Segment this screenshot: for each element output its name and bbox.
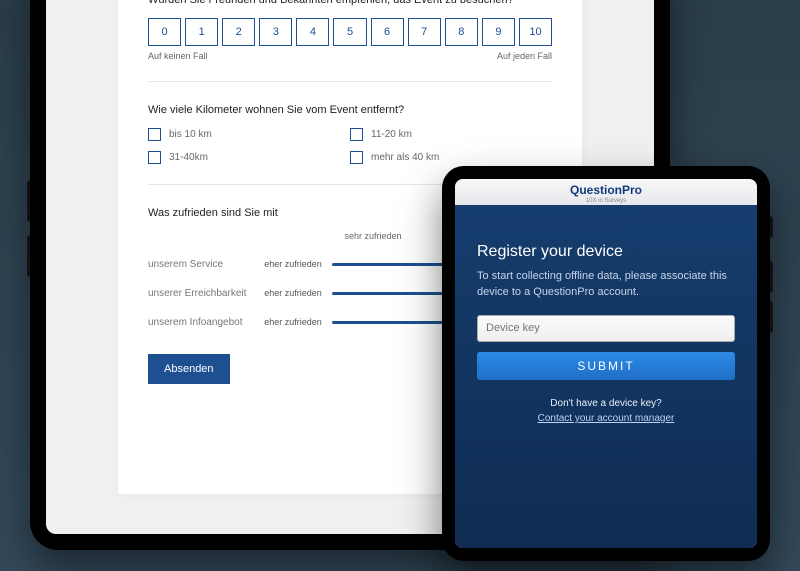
register-title: Register your device <box>477 243 735 261</box>
volume-button-2[interactable] <box>27 235 30 277</box>
nps-right-label: Auf jeden Fall <box>497 51 552 61</box>
device-key-input[interactable] <box>477 315 735 342</box>
register-panel: Register your device To start collecting… <box>455 205 757 548</box>
slider-current-value: eher zufrieden <box>258 288 328 299</box>
nps-anchor-labels: Auf keinen Fall Auf jeden Fall <box>148 51 552 61</box>
volume-button-2[interactable] <box>770 301 773 333</box>
q1-title: Würden Sie Freunden und Bekannten empfeh… <box>148 0 552 6</box>
nps-option[interactable]: 4 <box>296 18 329 46</box>
divider <box>148 81 552 82</box>
checkbox-icon[interactable] <box>350 128 363 141</box>
nps-option[interactable]: 8 <box>445 18 478 46</box>
checkbox-icon[interactable] <box>148 128 161 141</box>
slider-current-value: eher zufrieden <box>258 317 328 328</box>
nps-option[interactable]: 3 <box>259 18 292 46</box>
brand-tagline: 10X in Surveys <box>570 198 642 204</box>
tablet-small-frame: QuestionPro 10X in Surveys Register your… <box>442 166 770 561</box>
volume-button[interactable] <box>27 180 30 222</box>
register-submit-button[interactable]: SUBMIT <box>477 352 735 380</box>
nps-option[interactable]: 7 <box>408 18 441 46</box>
checkbox-option[interactable]: mehr als 40 km <box>350 151 552 164</box>
checkbox-label: 31-40km <box>169 152 208 163</box>
checkbox-option[interactable]: 11-20 km <box>350 128 552 141</box>
brand-name: QuestionPro <box>570 183 642 197</box>
power-button[interactable] <box>770 216 773 238</box>
brand-logo: QuestionPro 10X in Surveys <box>570 181 642 204</box>
checkbox-icon[interactable] <box>350 151 363 164</box>
checkbox-option[interactable]: 31-40km <box>148 151 350 164</box>
matrix-row-label: unserem Infoangebot <box>148 317 258 328</box>
checkbox-icon[interactable] <box>148 151 161 164</box>
slider-current-value: eher zufrieden <box>258 259 328 270</box>
nps-option[interactable]: 9 <box>482 18 515 46</box>
nps-left-label: Auf keinen Fall <box>148 51 208 61</box>
nps-option[interactable]: 5 <box>333 18 366 46</box>
nps-option[interactable]: 0 <box>148 18 181 46</box>
nps-scale: 0 1 2 3 4 5 6 7 8 9 10 <box>148 18 552 46</box>
nps-option[interactable]: 6 <box>371 18 404 46</box>
matrix-row-label: unserer Erreichbarkeit <box>148 288 258 299</box>
checkbox-label: mehr als 40 km <box>371 152 439 163</box>
no-key-text: Don't have a device key? <box>477 398 735 409</box>
nps-option[interactable]: 2 <box>222 18 255 46</box>
checkbox-label: 11-20 km <box>371 129 412 140</box>
checkbox-label: bis 10 km <box>169 129 212 140</box>
register-subtitle: To start collecting offline data, please… <box>477 269 735 301</box>
tablet-small-screen: QuestionPro 10X in Surveys Register your… <box>455 179 757 548</box>
matrix-row-label: unserem Service <box>148 259 258 270</box>
survey-submit-button[interactable]: Absenden <box>148 354 230 384</box>
matrix-col-label: sehr zufrieden <box>328 231 418 241</box>
app-topbar: QuestionPro 10X in Surveys <box>455 179 757 206</box>
contact-manager-link[interactable]: Contact your account manager <box>477 413 735 424</box>
volume-button[interactable] <box>770 261 773 293</box>
nps-option[interactable]: 10 <box>519 18 552 46</box>
checkbox-grid: bis 10 km 11-20 km 31-40km mehr als 40 k… <box>148 128 552 164</box>
checkbox-option[interactable]: bis 10 km <box>148 128 350 141</box>
nps-option[interactable]: 1 <box>185 18 218 46</box>
q2-title: Wie viele Kilometer wohnen Sie vom Event… <box>148 104 552 116</box>
